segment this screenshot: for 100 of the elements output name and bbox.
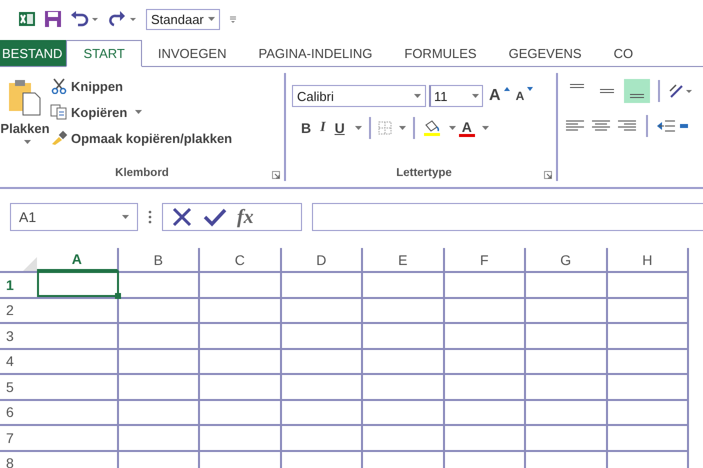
grid-cell[interactable] <box>363 348 444 373</box>
fill-color-icon[interactable] <box>422 119 442 137</box>
grid-cell[interactable] <box>608 322 689 348</box>
font-name-field[interactable]: Calibri <box>292 85 426 107</box>
grid-cell[interactable] <box>526 296 608 322</box>
row-header[interactable]: 1 <box>0 271 37 296</box>
column-header[interactable]: D <box>282 248 363 271</box>
italic-button[interactable]: I <box>317 120 329 136</box>
grid-cell[interactable] <box>363 296 444 322</box>
customize-icon[interactable] <box>228 14 238 24</box>
vertical-align-button[interactable] <box>624 79 650 103</box>
borders-icon[interactable] <box>378 121 392 135</box>
grid-cell[interactable] <box>526 322 608 348</box>
caret-icon[interactable] <box>448 126 456 130</box>
column-header[interactable]: F <box>444 248 526 271</box>
grid-cell[interactable] <box>608 271 689 296</box>
grid-cell[interactable] <box>200 296 282 322</box>
grid-cell[interactable] <box>118 424 200 450</box>
caret-icon[interactable] <box>354 126 362 130</box>
grid-cell[interactable] <box>608 348 689 373</box>
caret-icon[interactable] <box>482 126 489 130</box>
caret-icon[interactable] <box>122 215 129 219</box>
grid-cell[interactable] <box>363 373 444 398</box>
grid-cell[interactable] <box>282 296 363 322</box>
shrink-font-button[interactable]: A <box>512 89 528 103</box>
copy-button[interactable]: Kopiëren <box>50 101 128 123</box>
style-dropdown[interactable]: Standaar <box>146 8 220 30</box>
grow-font-button[interactable]: A <box>486 87 504 105</box>
grid-cell[interactable] <box>282 373 363 398</box>
decrease-indent-icon[interactable] <box>656 119 676 133</box>
column-header[interactable]: G <box>526 248 608 271</box>
row-header[interactable]: 3 <box>0 322 37 348</box>
column-header[interactable]: B <box>118 248 200 271</box>
grid-cell[interactable] <box>444 296 526 322</box>
row-header[interactable]: 5 <box>0 373 37 398</box>
grid-cell[interactable] <box>444 398 526 424</box>
grid-cell[interactable] <box>282 348 363 373</box>
column-header[interactable]: E <box>363 248 444 271</box>
insert-function-button[interactable]: fx <box>237 206 254 228</box>
grid-cell[interactable] <box>37 398 118 424</box>
name-box[interactable]: A1 <box>10 203 138 231</box>
ribbon-tab[interactable]: START <box>66 40 142 67</box>
horizontal-align-icon[interactable] <box>590 119 612 133</box>
paste-button[interactable]: Plakken <box>0 73 50 165</box>
grid-cell[interactable] <box>363 271 444 296</box>
grid-cell[interactable] <box>37 450 118 468</box>
grid-cell[interactable] <box>444 373 526 398</box>
ribbon-tab[interactable]: GEGEVENS <box>492 40 598 67</box>
horizontal-align-icon[interactable] <box>564 119 586 133</box>
grid-cell[interactable] <box>608 398 689 424</box>
grid-cell[interactable] <box>37 348 118 373</box>
row-header[interactable]: 7 <box>0 424 37 450</box>
cancel-icon[interactable] <box>171 207 193 227</box>
grid-cell[interactable] <box>118 373 200 398</box>
format-painter-button[interactable]: Opmaak kopiëren/plakken <box>50 127 232 149</box>
grid-cell[interactable] <box>363 398 444 424</box>
underline-button[interactable]: U <box>332 120 348 136</box>
enter-check-icon[interactable] <box>203 207 227 227</box>
grid-cell[interactable] <box>200 398 282 424</box>
save-icon[interactable] <box>44 10 62 28</box>
ribbon-tab[interactable]: CO <box>598 40 650 67</box>
grid-cell[interactable] <box>37 296 118 322</box>
grid-cell[interactable] <box>200 348 282 373</box>
grid-cell[interactable] <box>37 424 118 450</box>
font-color-button[interactable]: A <box>458 120 475 136</box>
grid-cell[interactable] <box>526 450 608 468</box>
row-header[interactable]: 4 <box>0 348 37 373</box>
caret-icon[interactable] <box>472 94 479 98</box>
column-header[interactable]: A <box>37 248 118 271</box>
grid-cell[interactable] <box>526 373 608 398</box>
grid-cell[interactable] <box>608 424 689 450</box>
grid-cell[interactable] <box>118 296 200 322</box>
row-header[interactable]: 6 <box>0 398 37 424</box>
active-cell[interactable] <box>37 271 118 296</box>
file-tab[interactable]: BESTAND <box>0 40 66 66</box>
font-size-field[interactable]: 11 <box>429 85 483 107</box>
grid-cell[interactable] <box>118 398 200 424</box>
grid-cell[interactable] <box>200 271 282 296</box>
grid-cell[interactable] <box>282 398 363 424</box>
grid-cell[interactable] <box>200 450 282 468</box>
grid-cell[interactable] <box>608 373 689 398</box>
grid-cell[interactable] <box>118 322 200 348</box>
dialog-launcher-icon[interactable] <box>272 171 280 179</box>
column-header[interactable]: H <box>608 248 689 271</box>
caret-icon[interactable] <box>208 17 215 21</box>
cut-button[interactable]: Knippen <box>50 75 232 97</box>
grid-cell[interactable] <box>526 398 608 424</box>
grid-cell[interactable] <box>444 322 526 348</box>
grid-cell[interactable] <box>282 424 363 450</box>
ribbon-tab[interactable]: FORMULES <box>388 40 493 67</box>
caret-icon[interactable] <box>398 126 406 130</box>
formula-input-field[interactable] <box>312 203 703 231</box>
grid-cell[interactable] <box>118 348 200 373</box>
grid-cell[interactable] <box>118 450 200 468</box>
ribbon-tab[interactable]: PAGINA-INDELING <box>242 40 388 67</box>
row-header[interactable]: 2 <box>0 296 37 322</box>
caret-icon[interactable] <box>414 94 421 98</box>
grid-cell[interactable] <box>363 322 444 348</box>
grid-cell[interactable] <box>200 373 282 398</box>
grid-cell[interactable] <box>37 322 118 348</box>
